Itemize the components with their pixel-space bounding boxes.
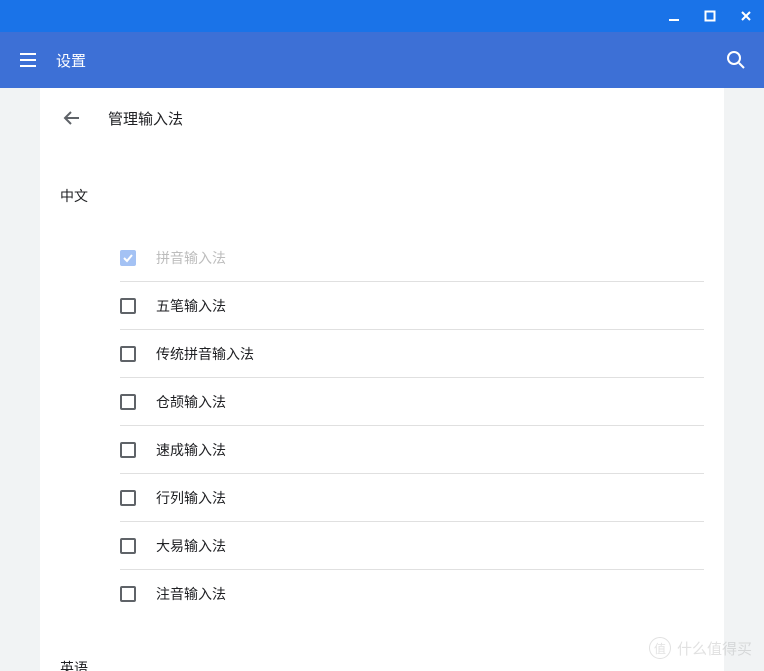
ime-label: 注音输入法 (156, 584, 226, 604)
search-button[interactable] (724, 48, 748, 72)
ime-label: 仓颉输入法 (156, 392, 226, 412)
ime-row-cangjie[interactable]: 仓颉输入法 (120, 378, 704, 426)
ime-row-zhuyin[interactable]: 注音输入法 (120, 570, 704, 618)
menu-button[interactable] (16, 48, 40, 72)
checkbox[interactable] (120, 250, 136, 266)
ime-row-dayi[interactable]: 大易输入法 (120, 522, 704, 570)
content-panel: 管理输入法 中文 拼音输入法 五笔输入法 传统拼音输入法 仓颉输入法 (40, 88, 724, 671)
ime-row-traditional-pinyin[interactable]: 传统拼音输入法 (120, 330, 704, 378)
ime-label: 五笔输入法 (156, 296, 226, 316)
watermark-text: 什么值得买 (677, 638, 752, 659)
checkbox[interactable] (120, 490, 136, 506)
page-header: 管理输入法 (60, 106, 704, 130)
ime-label: 行列输入法 (156, 488, 226, 508)
arrow-left-icon (62, 108, 82, 128)
ime-list-chinese: 拼音输入法 五笔输入法 传统拼音输入法 仓颉输入法 速成输入法 (120, 234, 704, 618)
checkbox[interactable] (120, 586, 136, 602)
watermark-badge: 值 (649, 637, 671, 659)
checkbox[interactable] (120, 346, 136, 362)
search-icon (726, 50, 746, 70)
checkbox[interactable] (120, 538, 136, 554)
page-title: 管理输入法 (108, 108, 183, 129)
checkbox[interactable] (120, 394, 136, 410)
ime-row-wubi[interactable]: 五笔输入法 (120, 282, 704, 330)
app-bar: 设置 (0, 32, 764, 88)
ime-label: 传统拼音输入法 (156, 344, 254, 364)
ime-row-sucheng[interactable]: 速成输入法 (120, 426, 704, 474)
ime-row-hanglie[interactable]: 行列输入法 (120, 474, 704, 522)
ime-label: 大易输入法 (156, 536, 226, 556)
checkbox[interactable] (120, 298, 136, 314)
ime-row-pinyin[interactable]: 拼音输入法 (120, 234, 704, 282)
watermark: 值 什么值得买 (649, 637, 752, 659)
appbar-title: 设置 (56, 50, 724, 71)
maximize-button[interactable] (700, 6, 720, 26)
back-button[interactable] (60, 106, 84, 130)
minimize-button[interactable] (664, 6, 684, 26)
ime-label: 拼音输入法 (156, 248, 226, 268)
section-label-english: 英语 (60, 658, 704, 671)
window-titlebar (0, 0, 764, 32)
menu-icon (18, 50, 38, 70)
ime-label: 速成输入法 (156, 440, 226, 460)
section-label-chinese: 中文 (60, 186, 704, 206)
close-button[interactable] (736, 6, 756, 26)
checkbox[interactable] (120, 442, 136, 458)
